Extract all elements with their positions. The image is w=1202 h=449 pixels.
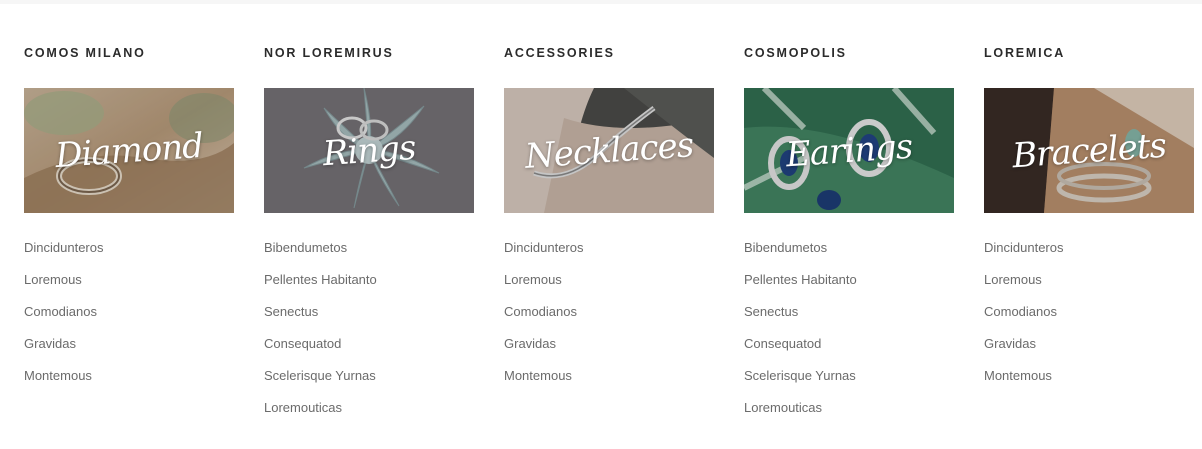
column-title[interactable]: LOREMICA: [984, 46, 1065, 60]
column-title[interactable]: NOR LOREMIRUS: [264, 46, 394, 60]
menu-link[interactable]: Bibendumetos: [744, 239, 857, 271]
banner-label: Bracelets: [1010, 125, 1168, 176]
banner-necklaces[interactable]: Necklaces: [504, 88, 714, 213]
menu-link[interactable]: Gravidas: [984, 335, 1064, 367]
menu-link[interactable]: Loremous: [984, 271, 1064, 303]
menu-link[interactable]: Montemous: [984, 367, 1064, 399]
menu-link[interactable]: Loremous: [504, 271, 584, 303]
menu-link[interactable]: Senectus: [264, 303, 377, 335]
banner-rings[interactable]: Rings: [264, 88, 474, 213]
link-list: Dincidunteros Loremous Comodianos Gravid…: [504, 239, 584, 399]
menu-link[interactable]: Bibendumetos: [264, 239, 377, 271]
banner-bracelets[interactable]: Bracelets: [984, 88, 1194, 213]
menu-link[interactable]: Consequatod: [264, 335, 377, 367]
banner-label: Necklaces: [523, 124, 695, 177]
link-list: Dincidunteros Loremous Comodianos Gravid…: [984, 239, 1064, 399]
banner-earings[interactable]: Earings: [744, 88, 954, 213]
menu-link[interactable]: Scelerisque Yurnas: [744, 367, 857, 399]
banner-label: Rings: [321, 127, 417, 174]
menu-link[interactable]: Scelerisque Yurnas: [264, 367, 377, 399]
menu-link[interactable]: Gravidas: [504, 335, 584, 367]
menu-link[interactable]: Senectus: [744, 303, 857, 335]
menu-link[interactable]: Comodianos: [504, 303, 584, 335]
link-list: Bibendumetos Pellentes Habitanto Senectu…: [264, 239, 377, 431]
link-list: Bibendumetos Pellentes Habitanto Senectu…: [744, 239, 857, 431]
menu-link[interactable]: Comodianos: [984, 303, 1064, 335]
menu-link[interactable]: Gravidas: [24, 335, 104, 367]
banner-diamond[interactable]: Diamond: [24, 88, 234, 213]
menu-link[interactable]: Loremouticas: [264, 399, 377, 431]
menu-link[interactable]: Pellentes Habitanto: [264, 271, 377, 303]
menu-link[interactable]: Montemous: [24, 367, 104, 399]
menu-link[interactable]: Loremous: [24, 271, 104, 303]
menu-link[interactable]: Montemous: [504, 367, 584, 399]
column-title[interactable]: ACCESSORIES: [504, 46, 615, 60]
menu-link[interactable]: Loremouticas: [744, 399, 857, 431]
menu-link[interactable]: Dincidunteros: [504, 239, 584, 271]
menu-link[interactable]: Pellentes Habitanto: [744, 271, 857, 303]
column-title[interactable]: COSMOPOLIS: [744, 46, 847, 60]
banner-label: Earings: [784, 126, 914, 175]
mega-menu: COMOS MILANO Diamond Dincidunteros Lorem…: [0, 0, 1202, 449]
column-title[interactable]: COMOS MILANO: [24, 46, 146, 60]
menu-link[interactable]: Dincidunteros: [24, 239, 104, 271]
banner-label: Diamond: [53, 125, 205, 176]
menu-link[interactable]: Dincidunteros: [984, 239, 1064, 271]
link-list: Dincidunteros Loremous Comodianos Gravid…: [24, 239, 104, 399]
menu-link[interactable]: Comodianos: [24, 303, 104, 335]
menu-link[interactable]: Consequatod: [744, 335, 857, 367]
